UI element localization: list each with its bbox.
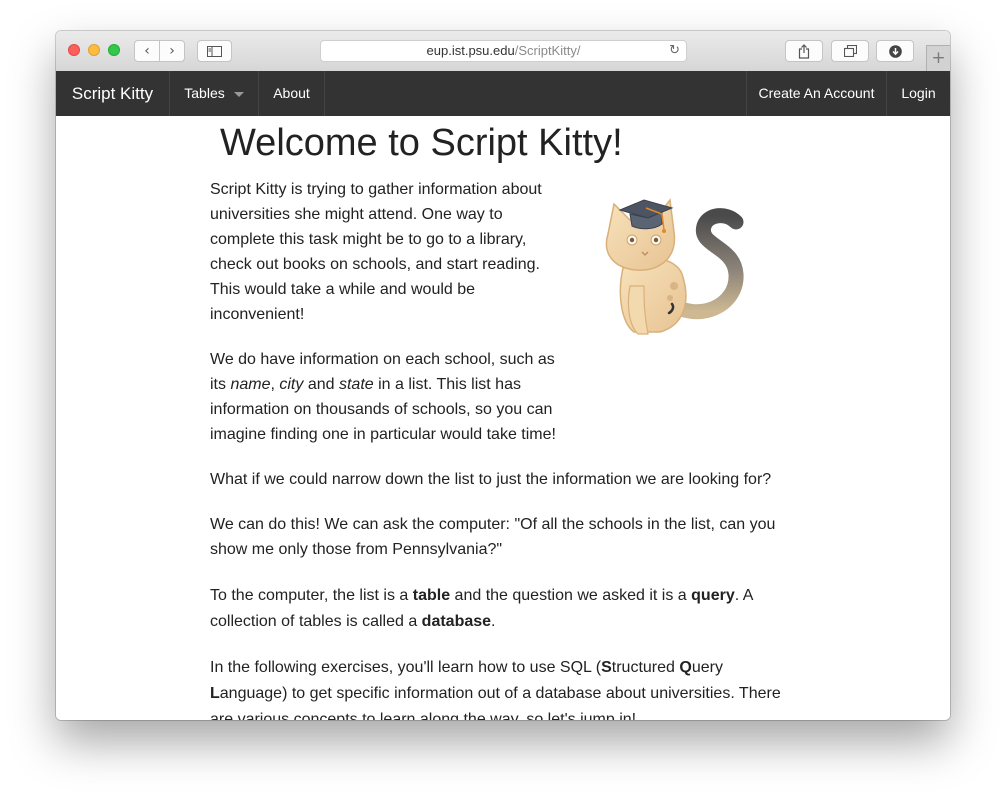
sql-text-a: In the following exercises, you'll learn… [210, 659, 602, 676]
def-text-b: and the question we asked it is a [450, 587, 692, 604]
info-paragraph: We do have information on each school, s… [210, 347, 570, 447]
script-kitty-graduate-cat-image [605, 198, 744, 335]
forward-button[interactable]: › [159, 40, 185, 62]
create-account-link[interactable]: Create An Account [746, 71, 887, 116]
share-icon [798, 43, 810, 59]
browser-toolbar: ‹ › eup.ist.psu.edu/ScriptKitty/ ↻ + [56, 31, 950, 72]
tabs-icon [843, 45, 857, 57]
query-term: query [691, 587, 735, 604]
caret-down-icon [233, 91, 244, 97]
address-bar[interactable]: eup.ist.psu.edu/ScriptKitty/ ↻ [320, 40, 687, 62]
download-icon [888, 44, 902, 58]
chevron-right-icon: › [169, 43, 175, 59]
def-text-d: . [491, 613, 496, 630]
sidebar-button[interactable] [197, 40, 232, 62]
sql-letter-q: Q [679, 659, 692, 676]
new-tab-button[interactable]: + [926, 45, 950, 71]
site-navbar: Script Kitty Tables About Create An Acco… [56, 71, 950, 116]
table-term: table [412, 587, 451, 604]
share-button[interactable] [785, 40, 823, 62]
def-text-a: To the computer, the list is a [210, 587, 413, 604]
close-window-button[interactable] [68, 44, 80, 56]
intro-paragraph: Script Kitty is trying to gather informa… [210, 181, 542, 323]
database-term: database [421, 613, 492, 630]
state-term: state [338, 376, 374, 393]
plus-icon: + [931, 48, 946, 68]
sql-text-c: uery [691, 659, 723, 676]
sidebar-icon [207, 45, 222, 57]
sql-paragraph: In the following exercises, you'll learn… [210, 655, 802, 720]
sql-text-d: anguage) to get specific information out… [210, 685, 781, 720]
reload-icon[interactable]: ↻ [669, 41, 680, 61]
name-term: name [230, 376, 271, 393]
narrow-paragraph: What if we could narrow down the list to… [210, 471, 772, 488]
url-path: /ScriptKitty/ [514, 43, 581, 58]
downloads-button[interactable] [876, 40, 914, 62]
chevron-left-icon: ‹ [144, 43, 150, 59]
browser-window: ‹ › eup.ist.psu.edu/ScriptKitty/ ↻ + Scr… [56, 31, 950, 720]
sql-text-b: tructured [611, 659, 680, 676]
back-button[interactable]: ‹ [134, 40, 160, 62]
page-title: Welcome to Script Kitty! [220, 122, 623, 164]
sql-letter-s: S [601, 659, 612, 676]
show-tabs-button[interactable] [831, 40, 869, 62]
tables-dropdown[interactable]: Tables [170, 71, 259, 116]
zoom-window-button[interactable] [108, 44, 120, 56]
sql-letter-l: L [210, 685, 220, 702]
brand-link[interactable]: Script Kitty [56, 71, 170, 116]
main-content: Welcome to Script Kitty! Script Kitty is… [56, 116, 950, 720]
url-host: eup.ist.psu.edu [426, 43, 515, 58]
login-link[interactable]: Login [887, 71, 950, 116]
definitions-paragraph: To the computer, the list is a table and… [210, 583, 780, 635]
city-term: city [279, 376, 304, 393]
info-and: and [303, 376, 339, 393]
about-link[interactable]: About [259, 71, 325, 116]
ask-paragraph: We can do this! We can ask the computer:… [210, 516, 776, 558]
minimize-window-button[interactable] [88, 44, 100, 56]
tables-label: Tables [184, 85, 225, 101]
